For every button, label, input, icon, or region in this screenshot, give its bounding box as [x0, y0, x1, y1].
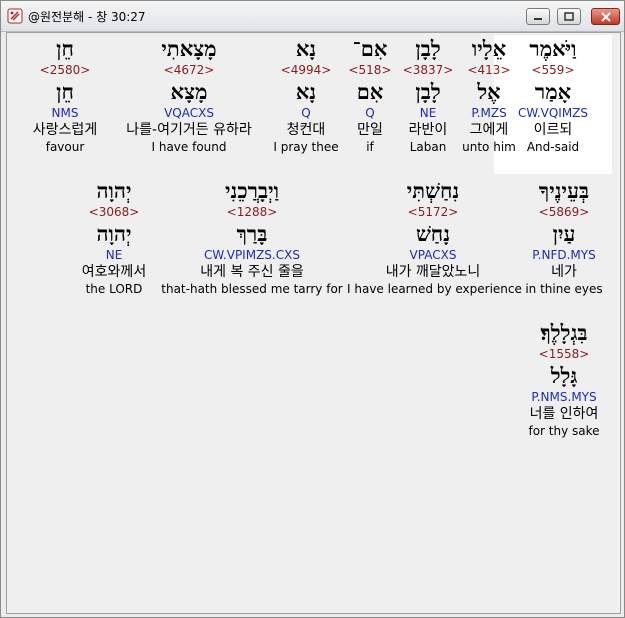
strong-number[interactable]: <1558> [509, 346, 619, 362]
app-window: @원전분해 - 창 30:27 וַיֹּאמֶר <559> אָמַר CW… [0, 0, 625, 618]
hebrew-word: נָא [295, 36, 317, 61]
english-gloss: I have found [151, 140, 227, 154]
parsing-code: P.NFD.MYS [532, 248, 596, 262]
strong-number[interactable]: <1288> [161, 204, 343, 220]
title-bar[interactable]: @원전분해 - 창 30:27 [1, 1, 624, 32]
korean-gloss: 여호와께서 [81, 264, 147, 280]
word-block[interactable]: נִחַשְׁתִּי <5172> נָחַשׁ VPACXS 내가 깨달았노… [347, 177, 522, 297]
korean-gloss: 내가 깨달았노니 [385, 264, 481, 280]
parsing-code: CW.VPIMZS.CXS [204, 248, 300, 262]
hebrew-word: בִּגְלָלֶךָ׃ [540, 320, 588, 345]
english-gloss: in thine eyes [525, 282, 603, 296]
close-icon [600, 11, 611, 22]
korean-gloss: 나를-여기거든 유하라 [126, 122, 252, 138]
hebrew-word: חֵן [56, 36, 74, 61]
strong-number[interactable]: <4672> [124, 62, 254, 78]
parsing-code: NMS [51, 106, 79, 120]
word-block[interactable]: מָצָאתִי <4672> מָצָא VQACXS 나를-여기거든 유하라… [124, 35, 254, 155]
parsing-code: VQACXS [164, 106, 214, 120]
word-block[interactable]: בִּגְלָלֶךָ׃ <1558> גָּלָל P.NMS.MYS 너를 … [509, 319, 619, 439]
hebrew-word: בְּעֵינֶיךָ [538, 178, 590, 203]
close-button[interactable] [591, 8, 620, 25]
strong-number[interactable]: <3068> [69, 204, 159, 220]
parsing-code: NE [105, 248, 123, 262]
word-block[interactable]: בְּעֵינֶיךָ <5869> עַיִן P.NFD.MYS 네가 in… [509, 177, 619, 297]
word-block[interactable]: יְהוָה <3068> יְהוָה NE 여호와께서 the LORD [69, 177, 159, 297]
korean-gloss: 청컨대 [286, 122, 326, 138]
english-gloss: that-hath blessed me tarry for [161, 282, 343, 296]
hebrew-lemma: נָא [295, 79, 317, 104]
word-block[interactable]: וַיְבָרֲכֵנִי <1288> בָּרַךְ CW.VPIMZS.C… [161, 177, 343, 297]
hebrew-lemma: מָצָא [170, 79, 208, 104]
minimize-icon [534, 17, 542, 20]
strong-number[interactable]: <5869> [509, 204, 619, 220]
hebrew-word: וַיְבָרֲכֵנִי [225, 178, 279, 203]
parsing-code: P.NMS.MYS [531, 390, 597, 404]
maximize-icon [564, 12, 574, 21]
strong-number[interactable]: <2580> [10, 62, 120, 78]
strong-number[interactable]: <5172> [347, 204, 519, 220]
parsing-code: Q [301, 106, 311, 120]
window-title: @원전분해 - 창 30:27 [28, 10, 146, 24]
english-gloss: favour [45, 140, 85, 154]
hebrew-lemma: בָּרַךְ [236, 221, 268, 246]
english-gloss: I pray thee [273, 140, 339, 154]
hebrew-word: מָצָאתִי [161, 36, 217, 61]
hebrew-lemma: עַיִן [552, 221, 576, 246]
korean-gloss: 사랑스럽게 [32, 122, 98, 138]
parsing-code: VPACXS [409, 248, 457, 262]
korean-gloss: 내게 복 주신 줄을 [200, 264, 304, 280]
english-gloss: for thy sake [528, 424, 600, 438]
hebrew-word: נִחַשְׁתִּי [406, 178, 460, 203]
hebrew-lemma: נָחַשׁ [415, 221, 451, 246]
korean-gloss: 너를 인하여 [529, 406, 599, 422]
english-gloss: the LORD [85, 282, 143, 296]
maximize-button[interactable] [557, 8, 581, 25]
english-gloss: I have learned by experience [347, 282, 522, 296]
word-block[interactable]: נָא <4994> נָא Q 청컨대 I pray thee [246, 35, 366, 155]
hebrew-word: יְהוָה [96, 178, 132, 203]
hebrew-lemma: חֵן [56, 79, 74, 104]
minimize-button[interactable] [526, 8, 550, 25]
strong-number[interactable]: <4994> [246, 62, 366, 78]
korean-gloss: 네가 [551, 264, 577, 280]
hebrew-lemma: יְהוָה [96, 221, 132, 246]
hebrew-lemma: גָּלָל [550, 363, 578, 388]
word-block[interactable]: חֵן <2580> חֵן NMS 사랑스럽게 favour [10, 35, 120, 155]
interlinear-panel: וַיֹּאמֶר <559> אָמַר CW.VQIMZS 이르되 And-… [6, 32, 621, 614]
bible-icon [7, 8, 23, 24]
